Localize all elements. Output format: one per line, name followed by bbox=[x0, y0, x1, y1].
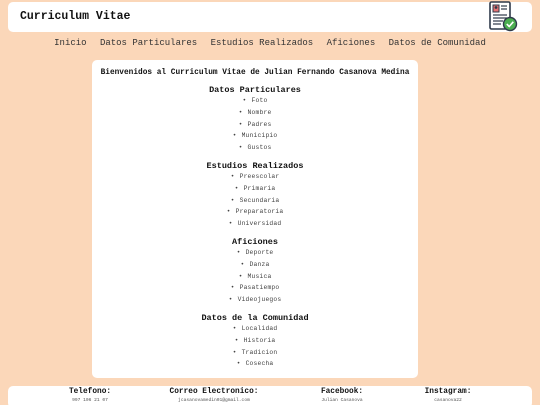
section-title: Aficiones bbox=[232, 237, 278, 247]
footer-value[interactable]: jcasanovamedin01@gmail.com bbox=[144, 397, 284, 405]
nav-link-estudios-realizados[interactable]: Estudios Realizados bbox=[211, 38, 314, 48]
section-list: Foto Nombre Padres Municipio Gustos bbox=[92, 95, 418, 154]
footer-label: Instagram: bbox=[424, 388, 472, 396]
nav-link-datos-particulares[interactable]: Datos Particulares bbox=[100, 38, 197, 48]
welcome-heading: Bienvenidos al Curriculum Vitae de Julia… bbox=[100, 69, 410, 77]
list-item: Universidad bbox=[92, 218, 418, 230]
list-item: Preparatoria bbox=[92, 206, 418, 218]
footer-telefono: Telefono: 997 106 21 07 bbox=[20, 387, 160, 405]
nav-link-datos-comunidad[interactable]: Datos de Comunidad bbox=[389, 38, 486, 48]
list-item: Primaria bbox=[92, 183, 418, 195]
main-nav: Inicio Datos Particulares Estudios Reali… bbox=[0, 38, 540, 48]
content-card: Bienvenidos al Curriculum Vitae de Julia… bbox=[92, 60, 418, 378]
footer-label: Correo Electronico: bbox=[169, 388, 259, 396]
list-item: Cosecha bbox=[92, 358, 418, 370]
list-item: Tradicion bbox=[92, 347, 418, 359]
header-bar: Curriculum Vitae bbox=[8, 1, 532, 32]
list-item: Foto bbox=[92, 95, 418, 107]
list-item: Pasatiempo bbox=[92, 282, 418, 294]
list-item: Danza bbox=[92, 259, 418, 271]
list-item: Videojuegos bbox=[92, 294, 418, 306]
section-title: Estudios Realizados bbox=[206, 161, 304, 171]
section-datos-particulares: Datos Particulares Foto Nombre Padres Mu… bbox=[92, 85, 418, 154]
nav-link-aficiones[interactable]: Aficiones bbox=[327, 38, 376, 48]
list-item: Localidad bbox=[92, 323, 418, 335]
nav-link-inicio[interactable]: Inicio bbox=[54, 38, 86, 48]
footer-label: Telefono: bbox=[68, 388, 112, 396]
section-aficiones: Aficiones Deporte Danza Musica Pasatiemp… bbox=[92, 237, 418, 306]
section-list: Localidad Historia Tradicion Cosecha bbox=[92, 323, 418, 370]
site-title: Curriculum Vitae bbox=[20, 10, 131, 23]
footer-value: 997 106 21 07 bbox=[72, 398, 108, 403]
section-title: Datos Particulares bbox=[209, 85, 301, 95]
list-item: Municipio bbox=[92, 130, 418, 142]
footer-instagram: Instagram: casanova22 bbox=[378, 387, 518, 405]
footer-value[interactable]: casanova22 bbox=[378, 397, 518, 405]
list-item: Nombre bbox=[92, 107, 418, 119]
footer-correo: Correo Electronico: jcasanovamedin01@gma… bbox=[144, 387, 284, 405]
list-item: Deporte bbox=[92, 247, 418, 259]
cv-document-check-icon bbox=[489, 1, 518, 32]
section-datos-comunidad: Datos de la Comunidad Localidad Historia… bbox=[92, 313, 418, 370]
list-item: Padres bbox=[92, 119, 418, 131]
list-item: Preescolar bbox=[92, 171, 418, 183]
section-list: Deporte Danza Musica Pasatiempo Videojue… bbox=[92, 247, 418, 306]
list-item: Secundaria bbox=[92, 195, 418, 207]
footer-bar: Telefono: 997 106 21 07 Correo Electroni… bbox=[8, 386, 532, 405]
section-list: Preescolar Primaria Secundaria Preparato… bbox=[92, 171, 418, 230]
list-item: Musica bbox=[92, 271, 418, 283]
list-item: Historia bbox=[92, 335, 418, 347]
section-estudios-realizados: Estudios Realizados Preescolar Primaria … bbox=[92, 161, 418, 230]
list-item: Gustos bbox=[92, 142, 418, 154]
section-title: Datos de la Comunidad bbox=[201, 313, 309, 323]
